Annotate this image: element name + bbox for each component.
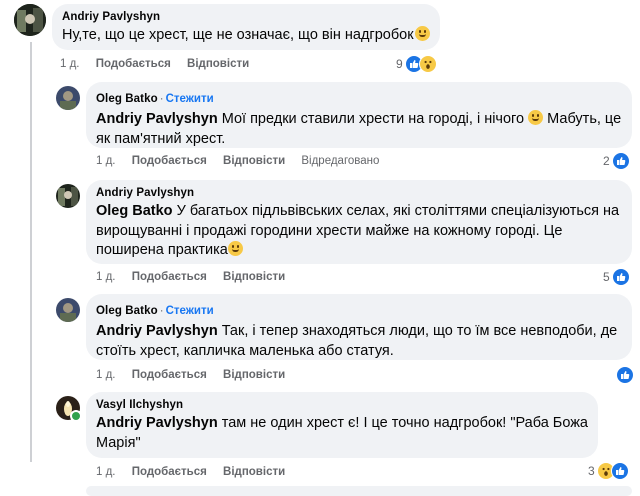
comment-text: Andriy Pavlyshyn Мої предки ставили хрес…: [96, 110, 622, 149]
separator-dot: ·: [159, 305, 164, 317]
reactions-summary[interactable]: 3: [588, 462, 629, 480]
comment-bubble: Oleg Batko · Стежити Andriy Pavlyshyn Так,…: [86, 294, 632, 360]
comment-actions: 1 д. Подобається Відповісти: [96, 369, 298, 381]
separator-dot: ·: [159, 93, 164, 105]
avatar-photo: [56, 298, 80, 322]
comment-actions: 1 д. Подобається Відповісти Відредагован…: [96, 155, 392, 167]
comment-bubble: Andriy Pavlyshyn Oleg Batko У багатьох п…: [86, 180, 632, 264]
follow-button[interactable]: Стежити: [166, 93, 214, 105]
avatar[interactable]: [14, 4, 46, 36]
reactions-summary[interactable]: 9: [396, 55, 437, 73]
reply-button[interactable]: Відповісти: [223, 466, 285, 478]
like-button[interactable]: Подобається: [132, 466, 207, 478]
comment-time[interactable]: 1 д.: [96, 466, 116, 478]
comment-text: Andriy Pavlyshyn там не один хрест є! І …: [96, 414, 588, 453]
reply-button[interactable]: Відповісти: [223, 271, 285, 283]
comment-time[interactable]: 1 д.: [60, 58, 80, 70]
avatar-photo: [14, 4, 46, 36]
avatar-photo: [56, 184, 80, 208]
comment-bubble: Oleg Batko · Стежити Andriy Pavlyshyn Мої …: [86, 82, 632, 148]
like-icon: [610, 462, 629, 480]
comment-bubble: Andriy Pavlyshyn Ну,те, що це хрест, ще …: [52, 4, 440, 50]
reactions-summary[interactable]: 2: [603, 152, 630, 170]
comment-text: Andriy Pavlyshyn Так, і тепер знаходятьс…: [96, 322, 622, 361]
comment-text: Ну,те, що це хрест, ще не означає, що ві…: [62, 26, 430, 46]
mention-link[interactable]: Andriy Pavlyshyn: [96, 111, 218, 127]
smile-emoji-icon: [528, 110, 544, 125]
reaction-count: 9: [396, 57, 403, 71]
avatar[interactable]: [56, 184, 80, 208]
thread-line: [30, 42, 32, 462]
like-icon: [611, 152, 630, 170]
reply-button[interactable]: Відповісти: [223, 369, 285, 381]
comment-time[interactable]: 1 д.: [96, 155, 116, 167]
comment-actions: 1 д. Подобається Відповісти: [96, 271, 298, 283]
reaction-count: 3: [588, 464, 595, 478]
comment-body: Ну,те, що це хрест, ще не означає, що ві…: [62, 27, 414, 43]
comment-bubble: Vasyl Ilchyshyn Andriy Pavlyshyn там не …: [86, 392, 598, 458]
comment-time[interactable]: 1 д.: [96, 369, 116, 381]
avatar[interactable]: [56, 298, 80, 322]
comment-author[interactable]: Andriy Pavlyshyn: [96, 187, 622, 199]
mention-link[interactable]: Andriy Pavlyshyn: [96, 323, 218, 339]
like-button[interactable]: Подобається: [132, 271, 207, 283]
avatar-photo: [56, 86, 80, 110]
avatar[interactable]: [56, 86, 80, 110]
smile-emoji-icon: [227, 241, 243, 256]
comment-author[interactable]: Oleg Batko: [96, 305, 158, 317]
comment-actions: 1 д. Подобається Відповісти: [96, 466, 298, 478]
like-button[interactable]: Подобається: [132, 369, 207, 381]
comment-author[interactable]: Oleg Batko: [96, 93, 158, 105]
comment-body: У багатьох підльвівських селах, які стол…: [96, 203, 620, 258]
reaction-count: 2: [603, 154, 610, 168]
reaction-count: 5: [603, 270, 610, 284]
online-status-indicator: [70, 410, 82, 422]
smile-emoji-icon: [414, 26, 430, 41]
reactions-summary[interactable]: 5: [603, 268, 630, 286]
comment-time[interactable]: 1 д.: [96, 271, 116, 283]
mention-link[interactable]: Andriy Pavlyshyn: [96, 415, 218, 431]
edited-label: Відредаговано: [301, 155, 380, 167]
comment-actions: 1 д. Подобається Відповісти: [60, 58, 262, 70]
like-button[interactable]: Подобається: [132, 155, 207, 167]
like-icon: [616, 366, 634, 384]
wow-icon: [418, 55, 437, 73]
comment-author[interactable]: Andriy Pavlyshyn: [62, 11, 430, 23]
next-comment-bubble: [86, 486, 632, 496]
reply-button[interactable]: Відповісти: [223, 155, 285, 167]
comment-author[interactable]: Vasyl Ilchyshyn: [96, 399, 588, 411]
follow-button[interactable]: Стежити: [166, 305, 214, 317]
reactions-summary[interactable]: [614, 366, 634, 384]
mention-link[interactable]: Oleg Batko: [96, 203, 173, 219]
reply-button[interactable]: Відповісти: [187, 58, 249, 70]
comment-body: Мої предки ставили хрести на городі, і н…: [221, 111, 525, 127]
like-icon: [611, 268, 630, 286]
comment-text: Oleg Batko У багатьох підльвівських села…: [96, 202, 622, 261]
like-button[interactable]: Подобається: [96, 58, 171, 70]
